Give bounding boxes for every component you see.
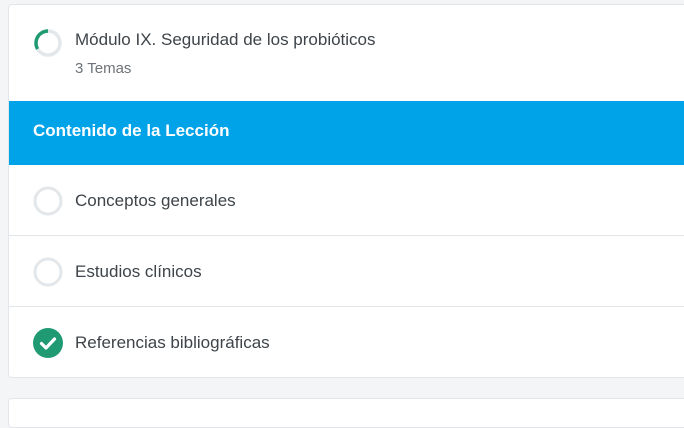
topic-label: Referencias bibliográficas bbox=[75, 333, 270, 352]
module-title: Módulo IX. Seguridad de los probióticos bbox=[75, 30, 376, 49]
next-module-card[interactable] bbox=[8, 398, 684, 428]
empty-circle-icon bbox=[33, 257, 63, 287]
module-header[interactable]: Módulo IX. Seguridad de los probióticos … bbox=[9, 5, 684, 101]
topic-row-referencias-bibliograficas[interactable]: Referencias bibliográficas bbox=[9, 307, 684, 377]
topic-row-conceptos-generales[interactable]: Conceptos generales bbox=[9, 165, 684, 236]
topic-label: Estudios clínicos bbox=[75, 262, 202, 281]
module-card: Módulo IX. Seguridad de los probióticos … bbox=[8, 4, 684, 378]
lesson-content-header: Contenido de la Lección bbox=[9, 101, 684, 165]
module-topic-count: 3 Temas bbox=[75, 60, 132, 77]
progress-ring-icon bbox=[34, 29, 62, 57]
empty-circle-icon bbox=[33, 186, 63, 216]
topic-row-estudios-clinicos[interactable]: Estudios clínicos bbox=[9, 236, 684, 307]
topic-label: Conceptos generales bbox=[75, 191, 236, 210]
lesson-content-title: Contenido de la Lección bbox=[33, 121, 230, 140]
check-circle-icon bbox=[33, 328, 63, 358]
